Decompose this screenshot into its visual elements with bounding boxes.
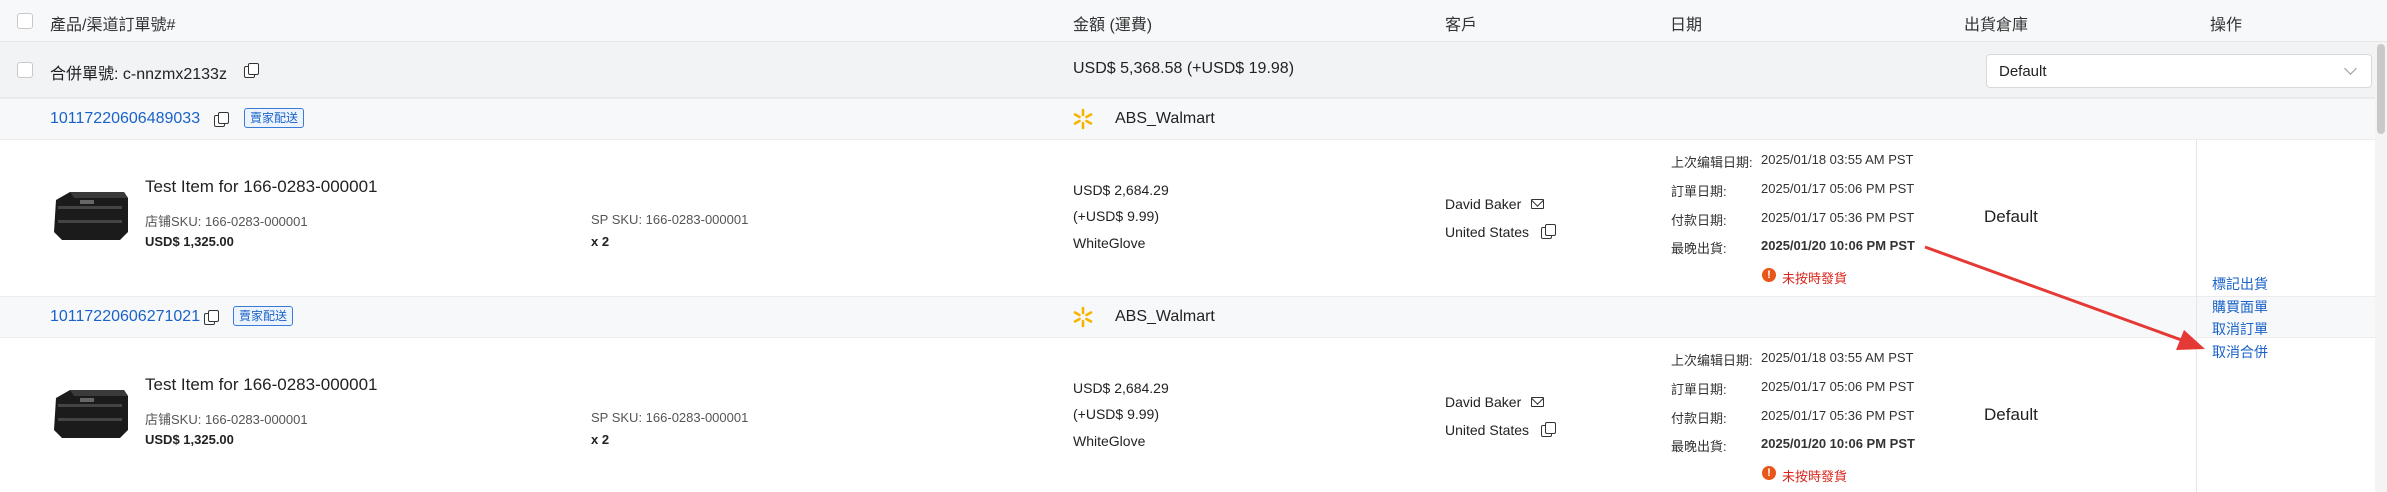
scrollbar-thumb[interactable] (2377, 44, 2385, 134)
annotation-arrow (1924, 245, 2205, 350)
